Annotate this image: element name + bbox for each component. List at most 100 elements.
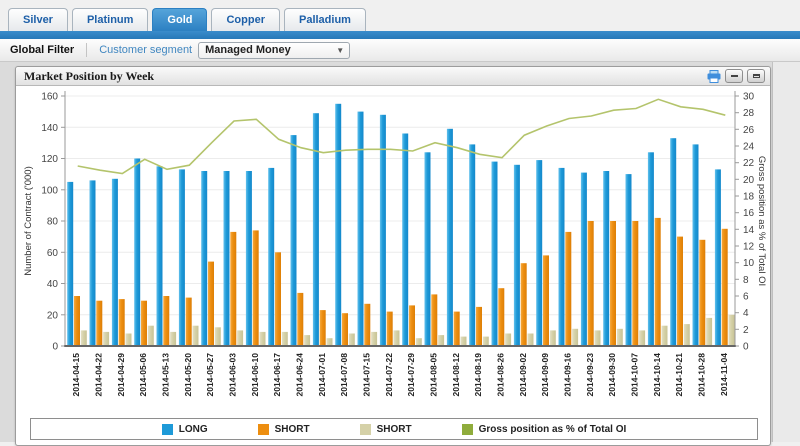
- svg-text:2014-08-26: 2014-08-26: [496, 353, 506, 397]
- svg-text:Number of Contract ('000): Number of Contract ('000): [23, 166, 34, 276]
- svg-text:120: 120: [41, 154, 58, 165]
- svg-text:28: 28: [743, 108, 755, 119]
- svg-text:2014-06-17: 2014-06-17: [272, 353, 282, 397]
- long-swatch-icon: [162, 424, 173, 435]
- svg-text:18: 18: [743, 192, 755, 203]
- svg-text:Gross position as % of Total O: Gross position as % of Total OI: [756, 156, 767, 286]
- panel-title: Market Position by Week: [24, 67, 154, 85]
- svg-text:12: 12: [743, 242, 755, 253]
- svg-text:80: 80: [47, 217, 59, 228]
- svg-text:2014-10-28: 2014-10-28: [697, 353, 707, 397]
- legend-item-short2: SHORT: [360, 424, 412, 435]
- svg-text:2014-10-21: 2014-10-21: [674, 353, 684, 397]
- right-gutter: [772, 62, 800, 442]
- market-position-panel: Market Position by Week 0204060801001201…: [15, 66, 771, 446]
- panel-body: 0204060801001201401600246810121416182022…: [16, 86, 770, 440]
- svg-text:2014-08-05: 2014-08-05: [429, 353, 439, 397]
- tab-platinum-label: Platinum: [87, 14, 133, 26]
- legend-label: SHORT: [275, 424, 310, 435]
- minimize-icon[interactable]: [725, 69, 743, 83]
- tab-bar: Silver Platinum Gold Copper Palladium: [0, 0, 800, 31]
- legend-item-long: LONG: [162, 424, 208, 435]
- short2-swatch-icon: [360, 424, 371, 435]
- svg-text:2014-09-09: 2014-09-09: [540, 353, 550, 397]
- panel-header: Market Position by Week: [16, 67, 770, 86]
- accent-bar: [0, 31, 800, 39]
- tab-silver-label: Silver: [23, 14, 53, 26]
- divider: [86, 43, 87, 57]
- svg-text:140: 140: [41, 123, 58, 134]
- svg-text:6: 6: [743, 292, 749, 303]
- svg-text:2014-06-03: 2014-06-03: [228, 353, 238, 397]
- tab-gold-label: Gold: [167, 14, 192, 26]
- legend-item-short: SHORT: [258, 424, 310, 435]
- legend-label: SHORT: [377, 424, 412, 435]
- svg-text:2014-07-01: 2014-07-01: [317, 353, 327, 397]
- svg-text:2014-04-22: 2014-04-22: [94, 353, 104, 397]
- global-filter-bar: Global Filter Customer segment Managed M…: [0, 39, 800, 62]
- svg-text:16: 16: [743, 208, 755, 219]
- customer-segment-label: Customer segment: [99, 44, 192, 56]
- svg-text:30: 30: [743, 92, 755, 103]
- svg-text:40: 40: [47, 279, 59, 290]
- svg-text:0: 0: [52, 342, 58, 353]
- svg-text:2014-07-08: 2014-07-08: [339, 353, 349, 397]
- panel-header-icons: [707, 69, 765, 83]
- svg-text:2014-06-24: 2014-06-24: [295, 353, 305, 397]
- svg-text:2014-09-16: 2014-09-16: [563, 353, 573, 397]
- svg-text:2014-10-14: 2014-10-14: [652, 353, 662, 397]
- global-filter-label: Global Filter: [0, 44, 74, 56]
- dropdown-value: Managed Money: [205, 44, 291, 56]
- tab-silver[interactable]: Silver: [8, 8, 68, 31]
- svg-text:20: 20: [743, 175, 755, 186]
- legend-label: Gross position as % of Total OI: [479, 424, 627, 435]
- svg-text:2014-06-10: 2014-06-10: [250, 353, 260, 397]
- print-icon[interactable]: [707, 70, 721, 83]
- legend-label: LONG: [179, 424, 208, 435]
- svg-text:2014-08-12: 2014-08-12: [451, 353, 461, 397]
- svg-text:2014-11-04: 2014-11-04: [719, 353, 729, 396]
- svg-text:2014-07-29: 2014-07-29: [406, 353, 416, 397]
- svg-text:8: 8: [743, 275, 749, 286]
- svg-text:2014-09-23: 2014-09-23: [585, 353, 595, 397]
- svg-text:0: 0: [743, 342, 749, 353]
- svg-text:2014-09-02: 2014-09-02: [518, 353, 528, 397]
- market-position-chart: 0204060801001201401600246810121416182022…: [17, 88, 768, 412]
- svg-text:2014-05-20: 2014-05-20: [183, 353, 193, 397]
- chevron-down-icon: ▼: [336, 46, 344, 55]
- short-swatch-icon: [258, 424, 269, 435]
- customer-segment-dropdown[interactable]: Managed Money ▼: [198, 42, 350, 59]
- restore-icon[interactable]: [747, 69, 765, 83]
- svg-text:2014-05-27: 2014-05-27: [205, 353, 215, 397]
- svg-text:14: 14: [743, 225, 755, 236]
- svg-text:2014-07-15: 2014-07-15: [362, 353, 372, 397]
- svg-text:2014-05-13: 2014-05-13: [161, 353, 171, 397]
- legend-item-gross: Gross position as % of Total OI: [462, 424, 627, 435]
- svg-text:2014-05-06: 2014-05-06: [138, 353, 148, 397]
- tab-platinum[interactable]: Platinum: [72, 8, 148, 31]
- tab-copper-label: Copper: [226, 14, 265, 26]
- tab-copper[interactable]: Copper: [211, 8, 280, 31]
- svg-text:2: 2: [743, 325, 749, 336]
- svg-text:2014-10-07: 2014-10-07: [630, 353, 640, 397]
- svg-text:160: 160: [41, 92, 58, 103]
- svg-text:10: 10: [743, 258, 755, 269]
- svg-text:60: 60: [47, 248, 59, 259]
- svg-text:22: 22: [743, 158, 755, 169]
- svg-text:2014-04-29: 2014-04-29: [116, 353, 126, 397]
- svg-text:24: 24: [743, 142, 755, 153]
- app-window: Silver Platinum Gold Copper Palladium Gl…: [0, 0, 800, 441]
- tab-palladium[interactable]: Palladium: [284, 8, 366, 31]
- svg-text:100: 100: [41, 185, 58, 196]
- content-area: Market Position by Week 0204060801001201…: [0, 62, 800, 442]
- svg-text:2014-08-19: 2014-08-19: [473, 353, 483, 397]
- gross-swatch-icon: [462, 424, 473, 435]
- svg-text:2014-04-15: 2014-04-15: [71, 353, 81, 397]
- svg-text:26: 26: [743, 125, 755, 136]
- tab-gold[interactable]: Gold: [152, 8, 207, 31]
- chart-legend: LONG SHORT SHORT Gross position as % of …: [30, 418, 758, 440]
- svg-text:2014-07-22: 2014-07-22: [384, 353, 394, 397]
- svg-text:2014-09-30: 2014-09-30: [607, 353, 617, 397]
- svg-text:20: 20: [47, 310, 59, 321]
- tab-palladium-label: Palladium: [299, 14, 351, 26]
